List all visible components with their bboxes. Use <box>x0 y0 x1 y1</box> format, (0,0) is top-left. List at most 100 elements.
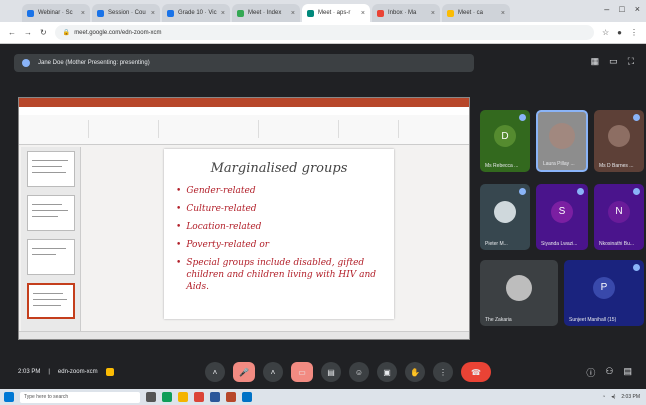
close-tab-icon[interactable]: × <box>81 10 85 17</box>
close-tab-icon[interactable]: × <box>361 10 365 17</box>
participant-tile[interactable]: Laura Pillay ... <box>536 110 588 172</box>
tab-favicon-icon <box>377 9 384 17</box>
mic-off-button[interactable]: 🎤 <box>233 362 255 382</box>
url-field[interactable]: 🔒 meet.google.com/edn-zoom-xcm <box>54 25 594 40</box>
info-icon[interactable]: ⓘ <box>586 366 595 379</box>
volume-icon[interactable]: ◂) <box>611 394 615 400</box>
slide-canvas: Marginalised groups Gender-related Cultu… <box>164 149 394 319</box>
ppt-title-bar <box>19 98 469 107</box>
close-tab-icon[interactable]: × <box>151 10 155 17</box>
tab-favicon-icon <box>447 9 454 17</box>
avatar <box>549 123 575 150</box>
close-tab-icon[interactable]: × <box>501 10 505 17</box>
browser-tab[interactable]: Webinar · Sc × <box>22 4 90 22</box>
window-controls: – □ × <box>604 4 640 14</box>
slide-thumbnail-selected[interactable] <box>27 283 75 319</box>
shared-screen: Marginalised groups Gender-related Cultu… <box>18 97 470 340</box>
participant-tile[interactable]: S Siyanda Lwazi... <box>536 184 588 250</box>
layout-icon[interactable]: ▦ <box>591 56 600 67</box>
slide-bullet: Special groups include disabled, gifted … <box>176 257 386 293</box>
tab-favicon-icon <box>97 9 104 17</box>
participant-tile[interactable]: The Zakaria <box>480 260 558 326</box>
taskbar-search[interactable]: Type here to search <box>20 391 140 403</box>
presenting-banner: Jane Doe (Mother Presenting: presenting) <box>14 54 474 72</box>
slide-thumbnail[interactable] <box>27 151 75 187</box>
slide-bullet: Poverty-related or <box>176 239 386 251</box>
raised-hand-icon <box>105 368 114 376</box>
call-controls: ˄ 🎤 ˄ ▭ ▤ ☺ ▣ ✋ ⋮ ☎ <box>205 362 491 382</box>
slide-thumbnail[interactable] <box>27 195 75 231</box>
ppt-ribbon-tabs <box>19 107 469 115</box>
participant-tile[interactable]: Ms D Barnes ... <box>594 110 644 172</box>
avatar <box>494 200 516 223</box>
avatar: P <box>593 276 615 299</box>
browser-tab[interactable]: Session · Cou × <box>92 4 160 22</box>
forward-icon[interactable]: → <box>24 28 32 37</box>
avatar: N <box>608 200 630 223</box>
mic-status-icon <box>633 188 640 195</box>
browser-tab[interactable]: Inbox · Ma × <box>372 4 440 22</box>
meeting-time: 2:03 PM <box>18 369 41 375</box>
mic-status-icon <box>519 188 526 195</box>
ppt-tool-group <box>49 120 89 138</box>
browser-tab[interactable]: Meet · ca × <box>442 4 510 22</box>
pin-icon[interactable]: ▭ <box>609 56 618 67</box>
fullscreen-icon[interactable]: ⛶ <box>628 56 634 67</box>
leave-call-button[interactable]: ☎ <box>461 362 491 382</box>
lock-icon: 🔒 <box>62 30 71 36</box>
reload-icon[interactable]: ↻ <box>40 28 47 37</box>
close-window-icon[interactable]: × <box>635 4 640 14</box>
camera-off-button[interactable]: ▭ <box>291 362 313 382</box>
ppt-tool-group <box>169 120 259 138</box>
chat-icon[interactable]: ▤ <box>623 366 632 379</box>
task-view-icon[interactable] <box>146 392 156 402</box>
close-tab-icon[interactable]: × <box>221 10 225 17</box>
network-icon[interactable]: ◔ <box>602 394 605 400</box>
browser-tab[interactable]: Grade 10 · Vic × <box>162 4 230 22</box>
windows-start-icon[interactable] <box>4 392 14 402</box>
presenter-icon <box>22 59 30 67</box>
browser-tab[interactable]: Meet · Index × <box>232 4 300 22</box>
slide-thumbnail[interactable] <box>27 239 75 275</box>
participant-tile[interactable]: D Ms Rebecca ... <box>480 110 530 172</box>
avatar: D <box>494 125 516 148</box>
participant-tile[interactable]: P Sunjeet Manihall (15) <box>564 260 644 326</box>
people-icon[interactable]: ⚇ <box>605 366 613 379</box>
taskbar-clock[interactable]: 2:03 PM <box>621 394 640 400</box>
emoji-button[interactable]: ☺ <box>349 362 369 382</box>
profile-avatar[interactable]: ● <box>617 28 622 37</box>
captions-button[interactable]: ▤ <box>321 362 341 382</box>
menu-dots-icon[interactable]: ⋮ <box>630 28 638 37</box>
mic-status-icon <box>633 114 640 121</box>
chevron-up-icon[interactable]: ˄ <box>263 362 283 382</box>
close-tab-icon[interactable]: × <box>431 10 435 17</box>
address-bar: ← → ↻ 🔒 meet.google.com/edn-zoom-xcm ☆ ●… <box>0 22 646 44</box>
close-tab-icon[interactable]: × <box>291 10 295 17</box>
star-icon[interactable]: ☆ <box>602 28 609 37</box>
powerpoint-icon[interactable] <box>226 392 236 402</box>
tab-favicon-icon <box>307 9 314 17</box>
avatar <box>608 125 630 148</box>
mic-status-icon <box>577 188 584 195</box>
chrome-icon[interactable] <box>194 392 204 402</box>
word-icon[interactable] <box>210 392 220 402</box>
chevron-up-icon[interactable]: ˄ <box>205 362 225 382</box>
more-options-button[interactable]: ⋮ <box>433 362 453 382</box>
slide-bullet: Gender-related <box>176 185 386 197</box>
header-actions: ▦ ▭ ⛶ <box>591 56 634 67</box>
participant-tile[interactable]: N Nkosinathi Bu... <box>594 184 644 250</box>
participant-tile[interactable]: Pieter M... <box>480 184 530 250</box>
present-button[interactable]: ▣ <box>377 362 397 382</box>
tab-favicon-icon <box>27 9 34 17</box>
minimize-icon[interactable]: – <box>604 4 609 14</box>
maximize-icon[interactable]: □ <box>619 4 624 14</box>
edge-icon[interactable] <box>162 392 172 402</box>
browser-tab-active[interactable]: Meet · aps-r × <box>302 4 370 22</box>
mail-icon[interactable] <box>242 392 252 402</box>
raise-hand-button[interactable]: ✋ <box>405 362 425 382</box>
back-icon[interactable]: ← <box>8 28 16 37</box>
windows-taskbar: Type here to search ◔ ◂) 2:03 PM <box>0 389 646 405</box>
file-explorer-icon[interactable] <box>178 392 188 402</box>
ppt-toolbar <box>19 115 469 145</box>
meeting-info: 2:03 PM | edn-zoom-xcm <box>18 368 114 376</box>
